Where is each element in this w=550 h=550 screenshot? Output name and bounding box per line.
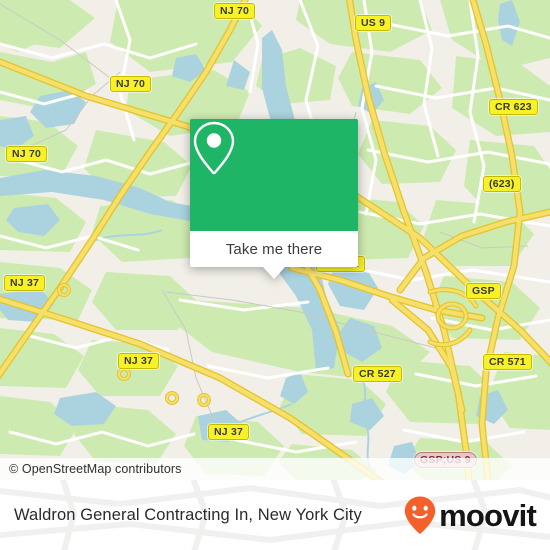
map-pin-icon — [193, 121, 235, 175]
popup-header — [190, 119, 358, 231]
map-canvas[interactable]: NJ 70 US 9 NJ 70 CR 623 NJ 70 (623) CR 571 NJ 3… — [0, 0, 550, 480]
road-shield: NJ 70 — [6, 146, 48, 162]
road-shield: NJ 37 — [118, 353, 160, 369]
popup-tail-arrow — [263, 267, 285, 279]
place-title: Waldron General Contracting In, New York… — [14, 505, 362, 524]
road-shield: CR 527 — [353, 366, 402, 382]
moovit-smiley-pin-icon — [404, 496, 436, 534]
road-shield: US 9 — [355, 15, 392, 31]
road-shield: CR 623 — [489, 99, 538, 115]
moovit-wordmark: moovit — [439, 497, 537, 533]
location-popup[interactable]: Take me there — [190, 119, 358, 279]
road-shield: NJ 37 — [208, 424, 250, 440]
road-shield: NJ 70 — [214, 3, 256, 19]
footer-bar: Waldron General Contracting In, New York… — [0, 480, 550, 550]
road-shield: NJ 37 — [4, 275, 46, 291]
moovit-logo[interactable]: moovit — [403, 480, 537, 550]
road-shield: NJ 70 — [110, 76, 152, 92]
popup-action-bar[interactable]: Take me there — [190, 231, 358, 267]
map-screenshot: NJ 70 US 9 NJ 70 CR 623 NJ 70 (623) CR 571 NJ 3… — [0, 0, 550, 550]
attribution-text: © OpenStreetMap contributors — [9, 462, 182, 476]
take-me-there-button[interactable]: Take me there — [226, 241, 322, 258]
map-attribution: © OpenStreetMap contributors — [0, 458, 550, 480]
road-shield: CR 571 — [483, 354, 532, 370]
road-shield: GSP — [466, 283, 501, 299]
road-shield: (623) — [483, 176, 521, 192]
